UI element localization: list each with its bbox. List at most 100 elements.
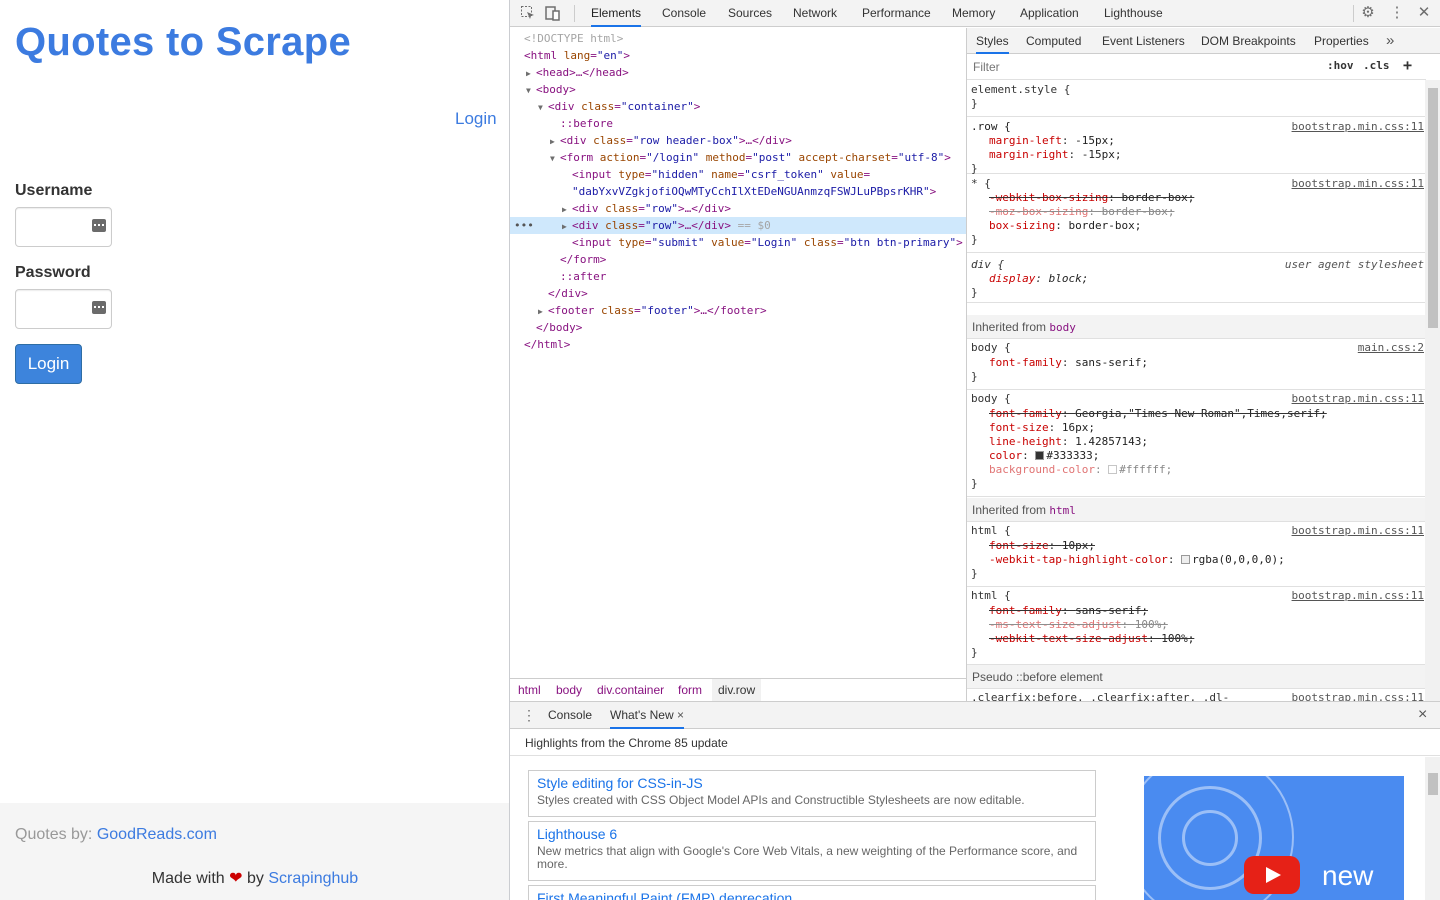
tree-node-html[interactable]: <html lang="en"> [510, 47, 966, 64]
css-property[interactable]: margin-right: -15px; [989, 148, 1121, 162]
settings-gear-icon[interactable]: ⚙ [1359, 4, 1377, 22]
css-property-overridden[interactable]: -webkit-box-sizing: border-box; [989, 191, 1194, 205]
rule-body-main[interactable]: body { main.css:2 font-family: sans-seri… [967, 339, 1426, 390]
expand-triangle-icon[interactable]: ▶ [562, 201, 572, 218]
rule-source-link[interactable]: bootstrap.min.css:11 [1292, 177, 1424, 190]
tree-node-div-close[interactable]: </div> [510, 285, 966, 302]
hover-state-toggle[interactable]: :hov [1327, 59, 1354, 72]
rule-source-link[interactable]: bootstrap.min.css:11 [1292, 589, 1424, 602]
card-title[interactable]: Lighthouse 6 [537, 826, 617, 842]
new-rule-plus-icon[interactable]: + [1403, 56, 1412, 74]
collapse-triangle-icon[interactable]: ▼ [538, 99, 548, 116]
class-toggle[interactable]: .cls [1363, 59, 1390, 72]
tree-node-body-close[interactable]: </body> [510, 319, 966, 336]
breadcrumb-body[interactable]: body [556, 679, 582, 701]
tree-node-container[interactable]: ▼ <div class="container"> [510, 98, 966, 115]
css-property[interactable]: line-height: 1.42857143; [989, 435, 1148, 449]
node-options-icon[interactable]: ••• [514, 217, 534, 234]
tree-node-header-row[interactable]: ▶ <div class="row header-box">…</div> [510, 132, 966, 149]
card-title[interactable]: Style editing for CSS-in-JS [537, 775, 703, 791]
color-swatch-icon[interactable] [1181, 555, 1191, 564]
css-property-overridden[interactable]: font-size: 10px; [989, 539, 1095, 553]
scrollbar-thumb[interactable] [1428, 773, 1438, 795]
username-input[interactable] [15, 207, 112, 247]
tab-lighthouse[interactable]: Lighthouse [1104, 0, 1163, 27]
whats-new-card[interactable]: Lighthouse 6 New metrics that align with… [528, 821, 1096, 881]
youtube-play-icon[interactable] [1244, 856, 1300, 894]
password-manager-icon[interactable] [92, 301, 106, 314]
tree-node-row-2-selected[interactable]: ••• ▶ <div class="row">…</div> == $0 [510, 217, 966, 234]
tree-node-body[interactable]: ▼ <body> [510, 81, 966, 98]
rule-html-1[interactable]: html { bootstrap.min.css:11 font-size: 1… [967, 522, 1426, 587]
tree-node-before[interactable]: ::before [510, 115, 966, 132]
tree-node-footer[interactable]: ▶ <footer class="footer">…</footer> [510, 302, 966, 319]
css-property[interactable]: box-sizing: border-box; [989, 219, 1141, 233]
tab-application[interactable]: Application [1020, 0, 1079, 27]
css-property[interactable]: display: block; [989, 272, 1088, 286]
expand-triangle-icon[interactable]: ▶ [562, 218, 572, 235]
css-property-inactive[interactable]: background-color: #ffffff; [989, 463, 1172, 477]
css-property-overridden[interactable]: font-family: Georgia,"Times New Roman",T… [989, 407, 1327, 421]
styles-scrollbar[interactable] [1425, 80, 1440, 701]
tab-memory[interactable]: Memory [952, 0, 995, 27]
tree-node-csrf-input[interactable]: <input type="hidden" name="csrf_token" v… [510, 166, 966, 183]
login-submit-button[interactable]: Login [15, 344, 82, 384]
rule-source-link[interactable]: bootstrap.min.css:11 [1292, 691, 1424, 701]
collapse-triangle-icon[interactable]: ▼ [526, 82, 536, 99]
scrapinghub-link[interactable]: Scrapinghub [268, 870, 358, 887]
css-property[interactable]: color: #333333; [989, 449, 1099, 463]
rule-source-link[interactable]: bootstrap.min.css:11 [1292, 524, 1424, 537]
tab-dom-breakpoints[interactable]: DOM Breakpoints [1201, 28, 1296, 54]
tab-styles[interactable]: Styles [976, 28, 1009, 54]
css-property-overridden[interactable]: -ms-text-size-adjust: 100%; [989, 618, 1168, 632]
drawer-tab-console[interactable]: Console [548, 702, 592, 729]
expand-triangle-icon[interactable]: ▶ [550, 133, 560, 150]
tab-event-listeners[interactable]: Event Listeners [1102, 28, 1185, 54]
whats-new-card[interactable]: First Meaningful Paint (FMP) deprecation [528, 885, 1096, 900]
tab-performance[interactable]: Performance [862, 0, 931, 27]
tree-node-form[interactable]: ▼ <form action="/login" method="post" acc… [510, 149, 966, 166]
breadcrumb-html[interactable]: html [518, 679, 541, 701]
elements-dom-tree[interactable]: <!DOCTYPE html> <html lang="en"> ▶ <head>… [510, 28, 966, 677]
css-property[interactable]: margin-left: -15px; [989, 134, 1115, 148]
tree-node-head[interactable]: ▶ <head>…</head> [510, 64, 966, 81]
whats-new-card[interactable]: Style editing for CSS-in-JS Styles creat… [528, 770, 1096, 817]
tree-node-submit-input[interactable]: <input type="submit" value="Login" class… [510, 234, 966, 251]
header-login-link[interactable]: Login [455, 109, 497, 129]
breadcrumb-div-row[interactable]: div.row [712, 679, 762, 701]
tab-console[interactable]: Console [662, 0, 706, 27]
site-title[interactable]: Quotes to Scrape [15, 20, 351, 65]
tab-network[interactable]: Network [793, 0, 837, 27]
close-devtools-icon[interactable]: ✕ [1415, 4, 1433, 22]
rule-clearfix[interactable]: .clearfix:before, .clearfix:after, .dl- … [967, 689, 1426, 701]
drawer-scrollbar[interactable] [1425, 757, 1440, 900]
scrollbar-thumb[interactable] [1428, 88, 1438, 328]
styles-filter-input[interactable] [969, 57, 1315, 77]
tab-sources[interactable]: Sources [728, 0, 772, 27]
more-options-icon[interactable]: ⋮ [1388, 4, 1406, 22]
inspect-element-icon[interactable] [520, 5, 536, 21]
close-drawer-icon[interactable]: × [1418, 707, 1427, 723]
drawer-tab-whats-new[interactable]: What's New × [610, 702, 684, 729]
tab-elements[interactable]: Elements [591, 0, 642, 27]
tree-node-doctype[interactable]: <!DOCTYPE html> [510, 30, 966, 47]
expand-triangle-icon[interactable]: ▶ [526, 65, 536, 82]
css-property[interactable]: font-size: 16px; [989, 421, 1095, 435]
css-property[interactable]: -webkit-tap-highlight-color: rgba(0,0,0,… [989, 553, 1285, 567]
rule-universal[interactable]: * { bootstrap.min.css:11 -webkit-box-siz… [967, 174, 1426, 253]
tree-node-after[interactable]: ::after [510, 268, 966, 285]
password-input[interactable] [15, 289, 112, 329]
rule-row[interactable]: .row { bootstrap.min.css:11 margin-left:… [967, 117, 1426, 175]
goodreads-link[interactable]: GoodReads.com [97, 826, 217, 843]
rule-source-link[interactable]: bootstrap.min.css:11 [1292, 120, 1424, 133]
css-property-overridden[interactable]: -webkit-text-size-adjust: 100%; [989, 632, 1194, 646]
rule-html-2[interactable]: html { bootstrap.min.css:11 font-family:… [967, 587, 1426, 665]
tree-node-form-close[interactable]: </form> [510, 251, 966, 268]
tree-node-csrf-value[interactable]: "dabYxvVZgkjofiOQwMTyCchIlXtEDeNGUAnmzqF… [510, 183, 966, 200]
tab-computed[interactable]: Computed [1026, 28, 1081, 54]
breadcrumb-form[interactable]: form [678, 679, 702, 701]
drawer-menu-icon[interactable]: ⋮ [522, 708, 536, 722]
tree-node-row-1[interactable]: ▶ <div class="row">…</div> [510, 200, 966, 217]
rule-source-link[interactable]: bootstrap.min.css:11 [1292, 392, 1424, 405]
rule-element-style[interactable]: element.style { } [967, 80, 1426, 117]
